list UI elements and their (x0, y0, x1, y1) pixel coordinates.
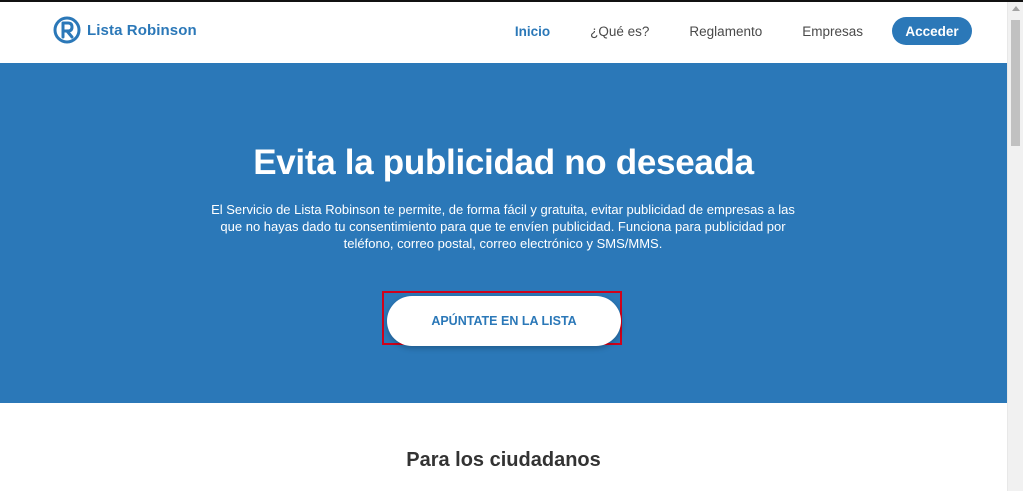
nav-link-empresas[interactable]: Empresas (802, 24, 863, 39)
site-header: Lista Robinson Inicio ¿Qué es? Reglament… (0, 2, 1007, 64)
viewport: Lista Robinson Inicio ¿Qué es? Reglament… (0, 0, 1007, 491)
hero-title: Evita la publicidad no deseada (253, 143, 754, 182)
main-nav: Inicio ¿Qué es? Reglamento Empresas Acce… (515, 16, 972, 46)
nav-link-reglamento[interactable]: Reglamento (689, 24, 762, 39)
window-top-border (0, 0, 1023, 2)
page: Lista Robinson Inicio ¿Qué es? Reglament… (0, 0, 1023, 491)
cta-highlight-box: APÚNTATE EN LA LISTA (382, 291, 622, 346)
citizens-section-title: Para los ciudadanos (406, 449, 601, 471)
signup-list-button[interactable]: APÚNTATE EN LA LISTA (387, 296, 621, 346)
scrollbar-thumb[interactable] (1011, 20, 1020, 146)
nav-link-inicio[interactable]: Inicio (515, 24, 550, 39)
vertical-scrollbar[interactable] (1007, 2, 1023, 491)
site-logo-text: Lista Robinson (87, 21, 197, 39)
scroll-up-arrow-icon[interactable] (1012, 6, 1020, 11)
hero-description: El Servicio de Lista Robinson te permite… (211, 202, 795, 251)
site-logo[interactable]: Lista Robinson (53, 16, 197, 44)
robinson-logo-icon (53, 16, 81, 44)
nav-link-que-es[interactable]: ¿Qué es? (590, 24, 649, 39)
hero-section: Evita la publicidad no deseada El Servic… (0, 63, 1007, 403)
login-button[interactable]: Acceder (892, 17, 972, 45)
